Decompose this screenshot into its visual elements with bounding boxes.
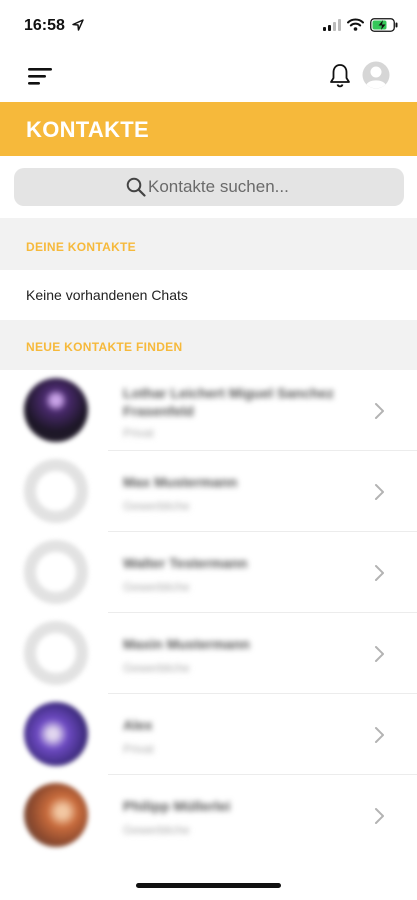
home-indicator-area bbox=[0, 857, 417, 900]
battery-charging-icon bbox=[370, 18, 398, 32]
menu-icon[interactable] bbox=[28, 65, 54, 87]
contact-avatar bbox=[24, 621, 88, 685]
search-input[interactable] bbox=[148, 168, 388, 206]
contact-subtitle: Gewerbliche bbox=[123, 580, 190, 594]
search-box[interactable] bbox=[14, 168, 404, 206]
page-title: KONTAKTE bbox=[26, 117, 149, 142]
contact-list-item[interactable]: Alex Privat bbox=[0, 694, 417, 775]
wifi-icon bbox=[347, 18, 364, 31]
empty-chats-row: Keine vorhandenen Chats bbox=[0, 270, 417, 320]
contact-avatar bbox=[24, 378, 88, 442]
contact-name: Walter Testermann bbox=[123, 555, 248, 571]
status-bar: 16:58 bbox=[0, 0, 417, 52]
contact-list: Lothar Leichert Miguel Sanchez Frasenfel… bbox=[0, 370, 417, 857]
search-area bbox=[0, 156, 417, 218]
location-arrow-icon bbox=[72, 19, 84, 31]
contact-avatar bbox=[24, 459, 88, 523]
contact-name: Alex bbox=[123, 717, 153, 733]
contact-avatar bbox=[24, 783, 88, 847]
contact-list-item[interactable]: Lothar Leichert Miguel Sanchez Frasenfel… bbox=[0, 370, 417, 451]
home-indicator-bar[interactable] bbox=[136, 883, 281, 888]
chevron-right-icon bbox=[375, 808, 384, 824]
chevron-right-icon bbox=[375, 727, 384, 743]
contact-subtitle: Privat bbox=[123, 426, 154, 440]
contact-name: Maxin Mustermann bbox=[123, 636, 250, 652]
chevron-right-icon bbox=[375, 646, 384, 662]
contact-subtitle: Gewerbliche bbox=[123, 499, 190, 513]
contact-subtitle: Privat bbox=[123, 742, 154, 756]
section-header-find-contacts: NEUE KONTAKTE FINDEN bbox=[0, 320, 417, 370]
chevron-right-icon bbox=[375, 484, 384, 500]
section-label-my-contacts: DEINE KONTAKTE bbox=[26, 240, 136, 254]
contact-avatar bbox=[24, 540, 88, 604]
contact-subtitle: Gewerbliche bbox=[123, 661, 190, 675]
status-time: 16:58 bbox=[24, 17, 65, 34]
user-avatar-icon[interactable] bbox=[362, 61, 390, 89]
bell-icon[interactable] bbox=[328, 62, 352, 89]
contact-name: Lothar Leichert Miguel Sanchez Frasenfel… bbox=[123, 385, 334, 419]
top-nav-bar bbox=[0, 52, 417, 102]
contact-subtitle: Gewerbliche bbox=[123, 823, 190, 837]
chevron-right-icon bbox=[375, 403, 384, 419]
signal-icon bbox=[323, 19, 341, 31]
contact-avatar bbox=[24, 702, 88, 766]
contact-name: Max Mustermann bbox=[123, 474, 238, 490]
page-header: KONTAKTE bbox=[0, 102, 417, 156]
contact-list-item[interactable]: Max Mustermann Gewerbliche bbox=[0, 451, 417, 532]
contact-name: Philipp Müllerlei bbox=[123, 798, 231, 814]
empty-chats-text: Keine vorhandenen Chats bbox=[26, 287, 188, 303]
section-header-my-contacts: DEINE KONTAKTE bbox=[0, 218, 417, 270]
contact-list-item[interactable]: Maxin Mustermann Gewerbliche bbox=[0, 613, 417, 694]
search-icon bbox=[126, 177, 146, 197]
contact-list-item[interactable]: Philipp Müllerlei Gewerbliche bbox=[0, 775, 417, 856]
chevron-right-icon bbox=[375, 565, 384, 581]
contact-list-item[interactable]: Walter Testermann Gewerbliche bbox=[0, 532, 417, 613]
section-label-find-contacts: NEUE KONTAKTE FINDEN bbox=[26, 340, 183, 354]
